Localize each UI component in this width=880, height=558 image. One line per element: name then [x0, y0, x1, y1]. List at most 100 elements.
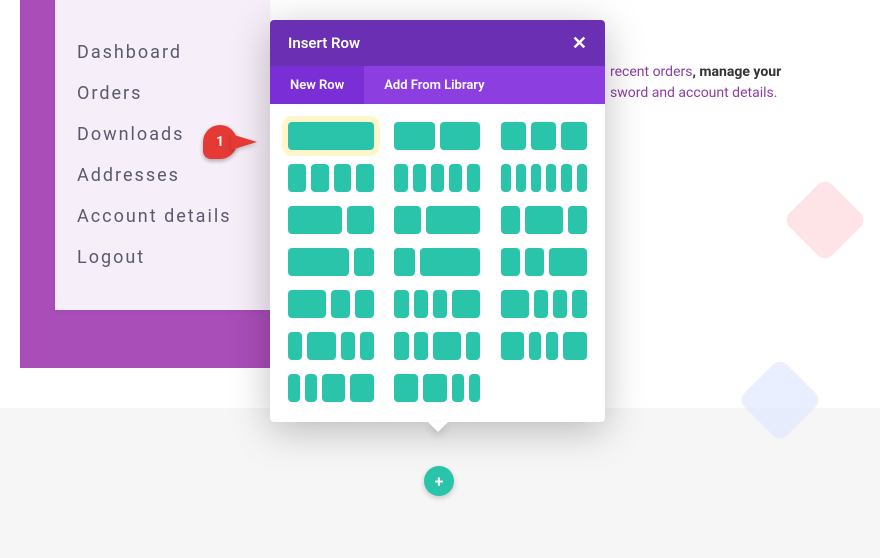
layout-option[interactable]	[501, 332, 587, 360]
modal-tail-icon	[428, 422, 448, 432]
layout-option[interactable]	[501, 206, 587, 234]
layout-column	[546, 164, 556, 192]
layout-column	[414, 290, 428, 318]
layout-column	[394, 122, 435, 150]
blurb-recent-orders: recent orders	[610, 64, 692, 80]
layout-column	[501, 122, 526, 150]
close-icon[interactable]: ✕	[572, 33, 587, 54]
insert-row-modal: Insert Row ✕ New Row Add From Library	[270, 20, 605, 422]
layout-column	[549, 248, 587, 276]
layout-option[interactable]	[288, 332, 374, 360]
layout-option[interactable]	[288, 374, 374, 402]
layout-option[interactable]	[288, 164, 374, 192]
layout-column	[311, 164, 329, 192]
layout-option[interactable]	[394, 290, 480, 318]
sidebar-item-label: Downloads	[77, 124, 184, 145]
layout-column	[525, 206, 563, 234]
modal-title: Insert Row	[288, 34, 360, 52]
sidebar-item-label: Logout	[77, 247, 145, 268]
layout-option[interactable]	[394, 248, 480, 276]
blurb-manage: , manage your	[692, 64, 781, 80]
layout-column	[288, 122, 374, 150]
modal-header: Insert Row ✕	[270, 20, 605, 66]
layout-column	[467, 164, 480, 192]
layout-column	[394, 332, 408, 360]
layout-column	[561, 122, 586, 150]
layout-column	[531, 164, 541, 192]
layout-column	[529, 332, 541, 360]
layout-column	[288, 374, 300, 402]
layout-option[interactable]	[394, 164, 480, 192]
layout-column	[331, 290, 350, 318]
layout-option[interactable]	[288, 290, 374, 318]
layout-column	[525, 248, 544, 276]
annotation-marker: 1	[203, 125, 257, 159]
modal-tabs: New Row Add From Library	[270, 66, 605, 104]
layout-option[interactable]	[394, 206, 480, 234]
layout-column	[501, 164, 511, 192]
layout-option[interactable]	[288, 206, 374, 234]
layout-column	[288, 164, 306, 192]
layout-option[interactable]	[501, 164, 587, 192]
layout-column	[431, 164, 444, 192]
sidebar-item-label: Orders	[77, 83, 142, 104]
tab-add-from-library[interactable]: Add From Library	[364, 66, 504, 104]
sidebar-item-label: Addresses	[77, 165, 180, 186]
blurb-line2: sword and account details.	[610, 85, 777, 101]
layout-column	[516, 164, 526, 192]
layout-column	[563, 332, 587, 360]
layout-column	[452, 374, 464, 402]
layout-column	[322, 374, 346, 402]
tab-label: New Row	[290, 78, 344, 93]
annotation-arrow-icon	[231, 134, 257, 150]
layout-column	[341, 332, 355, 360]
layout-option[interactable]	[501, 122, 587, 150]
layout-column	[501, 206, 520, 234]
layout-column	[469, 374, 481, 402]
sidebar-item-logout[interactable]: Logout	[55, 237, 270, 278]
layout-column	[449, 164, 462, 192]
layout-column	[305, 374, 317, 402]
layout-column	[452, 290, 480, 318]
layout-column	[561, 164, 571, 192]
layout-grid	[288, 122, 587, 402]
sidebar-item-dashboard[interactable]: Dashboard	[55, 32, 270, 73]
tab-label: Add From Library	[384, 78, 484, 93]
layout-column	[553, 290, 567, 318]
layout-column	[350, 374, 374, 402]
layout-column	[354, 248, 374, 276]
layout-column	[356, 164, 374, 192]
layout-column	[394, 374, 418, 402]
layout-column	[394, 290, 408, 318]
layout-option[interactable]	[394, 122, 480, 150]
tab-new-row[interactable]: New Row	[270, 66, 364, 104]
layout-column	[334, 164, 352, 192]
layout-option[interactable]	[394, 332, 480, 360]
layout-column	[501, 248, 520, 276]
layout-column	[423, 374, 447, 402]
layout-column	[426, 206, 480, 234]
add-section-button[interactable]: +	[424, 466, 454, 496]
sidebar-item-label: Dashboard	[77, 42, 182, 63]
layout-column	[347, 206, 374, 234]
sidebar-item-label: Account details	[77, 206, 232, 227]
annotation-label: 1	[216, 134, 224, 150]
layout-option[interactable]	[501, 290, 587, 318]
layout-column	[394, 248, 414, 276]
layout-column	[501, 290, 529, 318]
plus-icon: +	[435, 472, 444, 491]
sidebar-item-account-details[interactable]: Account details	[55, 196, 270, 237]
layout-option[interactable]	[288, 122, 374, 150]
layout-column	[414, 332, 428, 360]
layout-option[interactable]	[394, 374, 480, 402]
layout-column	[288, 332, 302, 360]
layout-option[interactable]	[288, 248, 374, 276]
sidebar-item-orders[interactable]: Orders	[55, 73, 270, 114]
layout-option[interactable]	[501, 248, 587, 276]
layout-column	[433, 332, 461, 360]
layout-column	[546, 332, 558, 360]
layout-column	[420, 248, 481, 276]
layout-column	[288, 206, 342, 234]
layout-column	[394, 164, 407, 192]
sidebar-item-addresses[interactable]: Addresses	[55, 155, 270, 196]
